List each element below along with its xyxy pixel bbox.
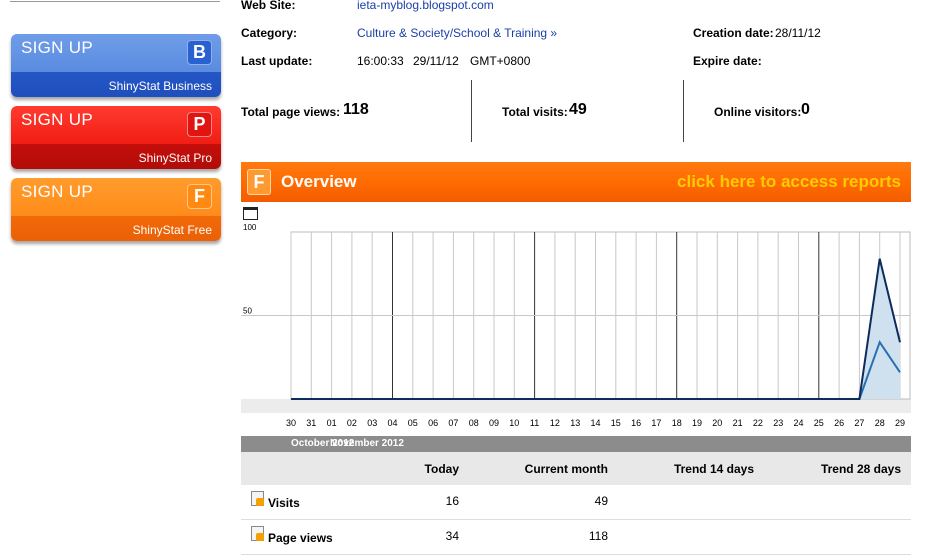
creation-date-value: 28/11/12 — [775, 26, 821, 40]
access-reports-link[interactable]: click here to access reports — [677, 172, 901, 192]
product-name: ShinyStat Business — [108, 79, 212, 93]
x-tick-label: 25 — [814, 418, 824, 428]
month-bar: October 2012 November 2012 — [241, 436, 911, 452]
business-logo-icon: B — [187, 40, 212, 65]
signup-label: SIGN UP — [21, 182, 94, 201]
website-label: Web Site: — [241, 0, 296, 12]
last-update-date: 29/11/12 — [413, 54, 459, 68]
x-tick-label: 19 — [692, 418, 702, 428]
table-row: Visits 16 49 — [241, 485, 911, 520]
x-tick-label: 27 — [854, 418, 864, 428]
x-tick-label: 07 — [448, 418, 458, 428]
x-tick-label: 13 — [570, 418, 580, 428]
x-tick-label: 03 — [367, 418, 377, 428]
x-tick-label: 16 — [631, 418, 641, 428]
signup-free-button[interactable]: SIGN UP F ShinyStat Free — [11, 178, 221, 241]
x-tick-label: 08 — [469, 418, 479, 428]
signup-business-button[interactable]: SIGN UP B ShinyStat Business — [11, 34, 221, 97]
month-label-november: November 2012 — [330, 438, 404, 449]
x-tick-label: 09 — [489, 418, 499, 428]
window-toggle-icon[interactable] — [243, 207, 258, 220]
overview-title: Overview — [281, 172, 357, 191]
x-tick-label: 21 — [733, 418, 743, 428]
stat-divider — [683, 80, 684, 142]
row-name[interactable]: Page views — [268, 531, 333, 545]
category-label: Category: — [241, 26, 298, 40]
col-trend-28: Trend 28 days — [820, 462, 901, 476]
report-icon[interactable] — [251, 491, 264, 506]
stat-divider — [471, 80, 472, 142]
x-tick-label: 15 — [611, 418, 621, 428]
chart-baseline-band — [241, 399, 911, 413]
x-tick-label: 22 — [753, 418, 763, 428]
x-tick-label: 30 — [286, 418, 296, 428]
x-tick-label: 29 — [895, 418, 905, 428]
x-tick-label: 17 — [651, 418, 661, 428]
signup-pro-button[interactable]: SIGN UP P ShinyStat Pro — [11, 106, 221, 169]
website-link[interactable]: ieta-myblog.blogspot.com — [357, 0, 494, 12]
total-page-views-value: 118 — [343, 101, 369, 118]
table-row: Page views 34 118 — [241, 520, 911, 555]
x-tick-label: 12 — [550, 418, 560, 428]
y-tick-label: 100 — [243, 223, 257, 232]
last-update-label: Last update: — [241, 54, 313, 68]
x-tick-label: 18 — [672, 418, 682, 428]
x-tick-label: 14 — [590, 418, 600, 428]
total-page-views-label: Total page views: — [241, 105, 341, 119]
x-tick-label: 10 — [509, 418, 519, 428]
row-month: 118 — [588, 529, 608, 543]
row-today: 34 — [445, 529, 459, 543]
category-link[interactable]: Culture & Society/School & Training » — [357, 26, 557, 40]
row-name[interactable]: Visits — [268, 496, 300, 510]
row-month: 49 — [594, 494, 608, 508]
table-header: Today Current month Trend 14 days Trend … — [241, 452, 911, 485]
x-tick-label: 24 — [793, 418, 803, 428]
last-update-time: 16:00:33 — [357, 54, 404, 68]
y-tick-label: 50 — [243, 307, 252, 316]
pro-logo-icon: P — [187, 112, 212, 137]
overview-header: F Overview click here to access reports — [241, 162, 911, 202]
report-icon[interactable] — [251, 526, 264, 541]
x-tick-label: 04 — [387, 418, 397, 428]
col-trend-14: Trend 14 days — [673, 462, 754, 476]
x-tick-label: 20 — [712, 418, 722, 428]
expire-date-label: Expire date: — [693, 54, 762, 68]
online-visitors-value: 0 — [801, 101, 810, 118]
signup-label: SIGN UP — [21, 38, 94, 57]
shinystat-free-icon: F — [247, 169, 271, 195]
sidebar-top-rule — [10, 1, 220, 2]
x-tick-label: 23 — [773, 418, 783, 428]
product-name: ShinyStat Free — [132, 223, 212, 237]
x-tick-label: 06 — [428, 418, 438, 428]
x-tick-label: 28 — [875, 418, 885, 428]
col-current-month: Current month — [524, 462, 608, 476]
x-tick-label: 02 — [347, 418, 357, 428]
x-tick-label: 31 — [306, 418, 316, 428]
total-visits-value: 49 — [569, 101, 587, 118]
creation-date-label: Creation date: — [693, 26, 774, 40]
x-tick-label: 11 — [530, 418, 539, 428]
total-visits-label: Total visits: — [502, 105, 568, 119]
product-name: ShinyStat Pro — [138, 151, 212, 165]
signup-label: SIGN UP — [21, 110, 94, 129]
free-logo-icon: F — [187, 184, 212, 209]
col-today: Today — [424, 462, 459, 476]
visits-chart: 30 31 01 02 03 04 05 06 07 08 09 10 11 12 13 14 15 16 17 18… — [241, 223, 911, 428]
last-update-timezone: GMT+0800 — [470, 54, 531, 68]
row-today: 16 — [445, 494, 459, 508]
online-visitors-label: Online visitors: — [714, 105, 802, 119]
x-tick-label: 05 — [408, 418, 418, 428]
x-tick-label: 01 — [327, 418, 337, 428]
x-tick-label: 26 — [834, 418, 844, 428]
